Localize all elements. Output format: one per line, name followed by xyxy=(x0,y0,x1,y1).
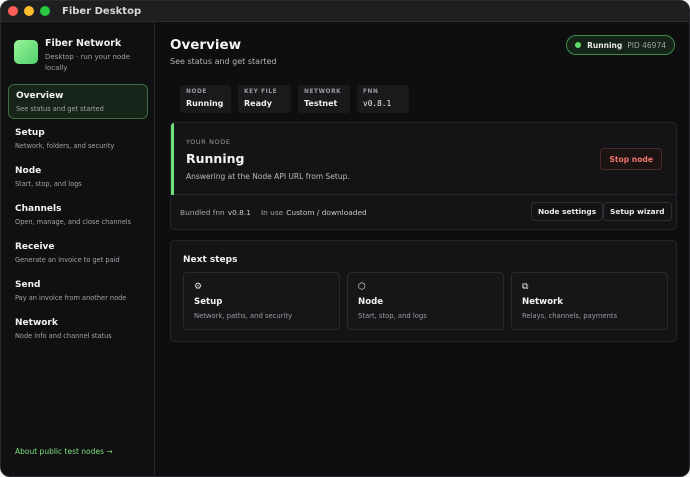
sidebar-item-desc: Start, stop, and logs xyxy=(15,180,82,188)
your-node-card: YOUR NODE Running Answering at the Node … xyxy=(170,122,677,230)
sidebar-item-node[interactable]: Node Start, stop, and logs xyxy=(8,160,148,195)
node-settings-button[interactable]: Node settings xyxy=(531,202,604,221)
sidebar-nav: Overview See status and get started Setu… xyxy=(8,84,148,350)
node-card-desc: Answering at the Node API URL from Setup… xyxy=(186,172,350,181)
node-card-status: Running xyxy=(186,151,245,166)
sidebar-item-network[interactable]: Network Node info and channel status xyxy=(8,312,148,347)
app-logo-icon xyxy=(14,40,38,64)
main-content: Overview See status and get started Runn… xyxy=(156,22,689,476)
app-window: Fiber Desktop Fiber Network Desktop · ru… xyxy=(0,0,690,477)
node-card-header: YOUR NODE Running Answering at the Node … xyxy=(171,123,676,195)
stat-value: Running xyxy=(186,99,224,108)
page-subtitle: See status and get started xyxy=(170,57,277,66)
next-steps-tiles: ⚙ Setup Network, paths, and security ⬡ N… xyxy=(183,272,668,330)
zoom-window-button[interactable] xyxy=(40,6,50,16)
tile-desc: Relays, channels, payments xyxy=(522,312,618,320)
stat-value: Ready xyxy=(244,99,272,108)
next-step-network[interactable]: ⧉ Network Relays, channels, payments xyxy=(511,272,668,330)
brand-title: Fiber Network xyxy=(45,38,122,49)
stat-network: NETWORK Testnet xyxy=(298,85,350,113)
bundled-value: v0.8.1 xyxy=(227,208,251,217)
setup-wizard-button[interactable]: Setup wizard xyxy=(603,202,672,221)
stat-key-file: KEY FILE Ready xyxy=(238,85,291,113)
sidebar: Fiber Network Desktop · run your node lo… xyxy=(1,22,155,476)
sidebar-item-label: Receive xyxy=(15,242,55,252)
minimize-window-button[interactable] xyxy=(24,6,34,16)
sidebar-item-desc: Generate an invoice to get paid xyxy=(15,256,120,264)
tile-title: Network xyxy=(522,297,563,307)
sidebar-item-label: Overview xyxy=(16,91,64,101)
tile-title: Node xyxy=(358,297,384,307)
brand-subtitle: Desktop · run your node locally xyxy=(45,53,130,72)
status-pid: PID 46974 xyxy=(627,40,666,50)
next-step-setup[interactable]: ⚙ Setup Network, paths, and security xyxy=(183,272,340,330)
sidebar-item-desc: Open, manage, and close channels xyxy=(15,218,132,226)
stat-fnn: FNN v0.8.1 xyxy=(357,85,409,113)
sidebar-item-label: Network xyxy=(15,318,58,328)
close-window-button[interactable] xyxy=(8,6,18,16)
next-step-node[interactable]: ⬡ Node Start, stop, and logs xyxy=(347,272,504,330)
sidebar-item-send[interactable]: Send Pay an invoice from another node xyxy=(8,274,148,309)
network-icon: ⧉ xyxy=(522,282,529,292)
sidebar-item-desc: Node info and channel status xyxy=(15,332,112,340)
about-test-nodes-link[interactable]: About public test nodes → xyxy=(15,447,113,456)
sidebar-item-label: Send xyxy=(15,280,41,290)
tile-title: Setup xyxy=(194,297,223,307)
next-steps-card: Next steps ⚙ Setup Network, paths, and s… xyxy=(170,240,677,342)
stat-value: Testnet xyxy=(304,99,338,108)
stop-node-button[interactable]: Stop node xyxy=(600,148,662,170)
stat-key: FNN xyxy=(363,89,379,95)
node-card-footer: Bundled fnn v0.8.1 In use Custom / downl… xyxy=(180,208,367,217)
brand: Fiber Network Desktop · run your node lo… xyxy=(14,38,135,74)
sidebar-item-desc: Pay an invoice from another node xyxy=(15,294,127,302)
sidebar-item-desc: See status and get started xyxy=(16,105,104,113)
sidebar-item-label: Setup xyxy=(15,128,45,138)
hexagon-icon: ⬡ xyxy=(358,282,366,292)
sidebar-item-setup[interactable]: Setup Network, folders, and security xyxy=(8,122,148,157)
stat-key: KEY FILE xyxy=(244,89,278,95)
window-title: Fiber Desktop xyxy=(62,5,142,17)
in-use-label: In use xyxy=(260,208,284,217)
sidebar-item-label: Channels xyxy=(15,204,62,214)
node-status-badge: Running PID 46974 xyxy=(566,35,675,55)
page-title: Overview xyxy=(170,37,242,53)
sidebar-item-desc: Network, folders, and security xyxy=(15,142,115,150)
next-steps-title: Next steps xyxy=(183,255,238,265)
status-stripe xyxy=(171,123,174,195)
stats-row: NODE Running KEY FILE Ready NETWORK Test… xyxy=(180,85,409,113)
bundled-label: Bundled fnn xyxy=(180,208,225,217)
in-use-value: Custom / downloaded xyxy=(286,208,367,217)
window-controls xyxy=(8,6,50,16)
status-label: Running xyxy=(587,40,623,50)
stat-key: NETWORK xyxy=(304,89,342,95)
tile-desc: Start, stop, and logs xyxy=(358,312,427,320)
sidebar-item-receive[interactable]: Receive Generate an invoice to get paid xyxy=(8,236,148,271)
sidebar-item-label: Node xyxy=(15,166,42,176)
node-card-kicker: YOUR NODE xyxy=(186,138,231,146)
title-bar: Fiber Desktop xyxy=(1,1,689,22)
gear-icon: ⚙ xyxy=(194,282,203,292)
sidebar-item-overview[interactable]: Overview See status and get started xyxy=(8,84,148,119)
tile-desc: Network, paths, and security xyxy=(194,312,293,320)
status-dot-icon xyxy=(575,42,582,48)
stat-key: NODE xyxy=(186,89,207,95)
stat-node: NODE Running xyxy=(180,85,231,113)
sidebar-item-channels[interactable]: Channels Open, manage, and close channel… xyxy=(8,198,148,233)
stat-value: v0.8.1 xyxy=(363,99,392,108)
